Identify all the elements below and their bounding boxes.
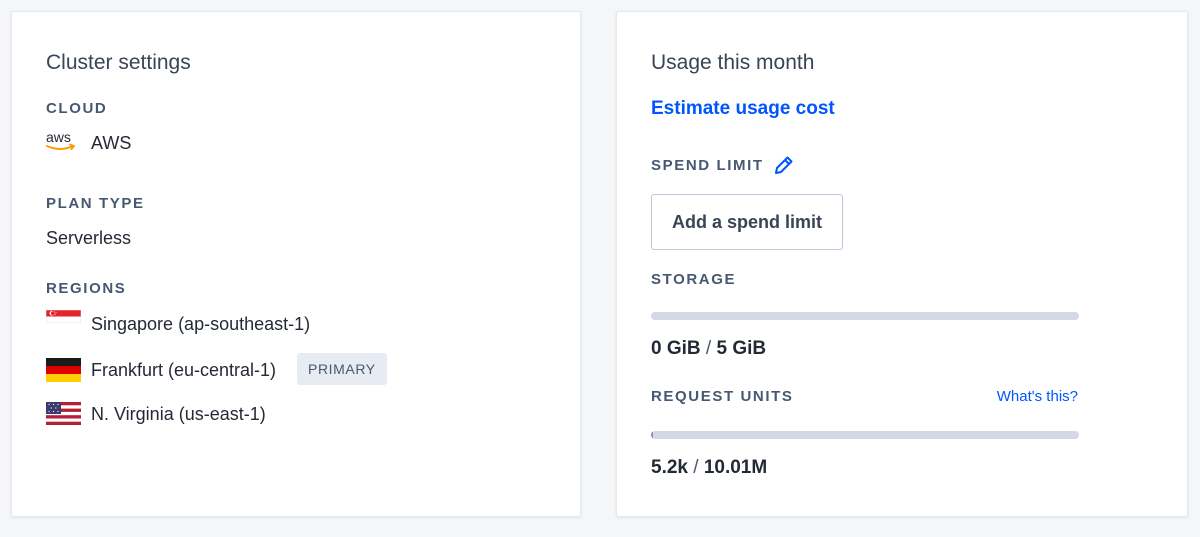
regions-label: REGIONS [46,280,127,297]
usage-card: Usage this month Estimate usage cost SPE… [616,11,1188,517]
request-units-progress-bar [651,431,1079,439]
storage-usage-text: 0 GiB / 5 GiB [651,338,766,360]
spend-limit-label: SPEND LIMIT [651,157,764,174]
whats-this-link[interactable]: What's this? [997,388,1078,405]
pencil-icon[interactable] [772,153,796,177]
cluster-settings-card: Cluster settings CLOUD aws AWS PLAN TYPE… [11,11,581,517]
usage-title: Usage this month [651,51,815,74]
storage-progress-bar [651,312,1079,320]
add-spend-limit-button[interactable]: Add a spend limit [651,194,843,250]
primary-badge: PRIMARY [297,353,387,385]
germany-flag-icon [46,358,81,382]
plan-type-label: PLAN TYPE [46,195,145,212]
storage-used-value: 0 GiB [651,338,701,359]
storage-label: STORAGE [651,271,737,288]
request-units-label: REQUEST UNITS [651,388,794,405]
cloud-label: CLOUD [46,100,108,117]
region-name: Singapore (ap-southeast-1) [91,314,311,334]
request-units-limit-value: 10.01M [703,457,768,478]
request-units-separator: / [693,457,699,478]
aws-logo-icon: aws [45,129,81,155]
singapore-flag-icon [46,310,81,323]
request-units-used-value: 5.2k [651,457,688,478]
cloud-value: AWS [91,133,132,153]
storage-limit-value: 5 GiB [716,338,767,359]
usa-flag-icon [46,402,81,425]
cluster-settings-title: Cluster settings [46,51,191,74]
region-item: Singapore (ap-southeast-1) [12,308,582,344]
plan-type-value: Serverless [46,228,132,248]
region-item: Frankfurt (eu-central-1) PRIMARY [12,350,582,390]
region-name: Frankfurt (eu-central-1) [91,360,277,380]
region-name: N. Virginia (us-east-1) [91,404,266,424]
request-units-progress-fill [651,431,653,439]
svg-text:aws: aws [46,129,71,145]
request-units-usage-text: 5.2k / 10.01M [651,457,767,479]
storage-separator: / [705,338,712,359]
region-item: N. Virginia (us-east-1) [12,396,582,432]
estimate-usage-cost-link[interactable]: Estimate usage cost [651,98,835,120]
